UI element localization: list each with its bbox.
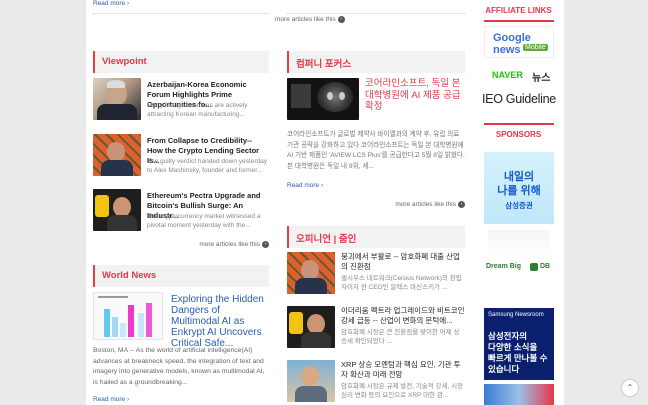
world-news-headline[interactable]: Exploring the Hidden Dangers of Multimod… [171,294,269,349]
article-thumbnail [93,189,141,231]
world-news-feature[interactable]: Exploring the Hidden Dangers of Multimod… [93,292,269,349]
company-focus-header: 컴퍼니 포커스 [287,51,465,73]
read-more-link[interactable]: Read more › [93,0,129,7]
article-summary: The guilty verdict handed down yesterday… [147,158,267,174]
google-mobile-badge: Mobile [523,44,548,51]
company-focus-title: 컴퍼니 포커스 [296,59,352,70]
article-thumbnail [93,134,141,176]
world-news-header: World News [93,265,269,287]
article-summary: Many foreign countries are actively attr… [147,102,248,118]
more-articles-label: more articles like this [275,16,336,24]
naver-news-label: 뉴스 [532,73,551,84]
article-summary: 암호화폐 시장은 큰 진환점을 맞이한 어제 상승세 확인되었다 ... [341,329,460,345]
article-thumbnail [287,252,335,294]
affiliate-links-title: AFFILIATE LINKS [485,6,552,15]
viewpoint-item[interactable]: Ethereum's Pectra Upgrade and Bitcoin's … [93,189,269,234]
article-summary: 암호화폐 시장은 규제 발전, 기술적 강세, 시장 심리 변화 등의 요인으로… [341,383,464,399]
article-summary: The cryptocurrency market witnessed a pi… [147,213,261,229]
company-focus-feature[interactable]: 코어라인소프트, 독일 본 대학병원에 AI 제품 공급 확정 [287,78,465,123]
article-thumbnail [287,360,335,402]
company-focus-body: 코어라인소프트가 글로벌 제약사 바이엘과의 계약 후, 유럽 의료기관 공략을… [287,131,465,170]
world-news-body: Boston, MA -- As the world of artificial… [93,347,265,386]
world-news-title: World News [102,270,157,281]
opinion-header: 오피니언 | 줌인 [287,226,465,248]
divider [93,13,269,14]
article-thumbnail [93,78,141,120]
opinion-item[interactable]: 이더리움 펙트라 업그레이드와 비트코인 강세 급등 -- 산업이 변화의 문턱… [287,306,465,350]
opinion-item[interactable]: 붕괴에서 부활로 -- 암호화폐 대출 산업의 진환점 셀시우스 네트워크(Ce… [287,252,465,296]
naver-news-link[interactable]: NAVER 뉴스 [484,62,554,90]
more-articles-link[interactable]: more articles like this › [199,241,269,248]
opinion-title: 오피니언 | 줌인 [296,234,357,245]
db-logo-icon [530,263,538,271]
viewpoint-item[interactable]: From Collapse to Credibility-- How the C… [93,134,269,179]
ad-headline: 있습니다 [488,364,520,374]
naver-logo: NAVER [492,70,523,80]
more-articles-label: more articles like this [395,201,456,209]
divider [287,13,465,14]
opinion-item[interactable]: XRP 상승 모멘텀과 핵심 요인, 기관 투자 확산과 미래 전망 암호화폐 … [287,360,465,404]
ieo-guideline-link[interactable]: IEO Guideline [482,92,556,112]
chevron-right-icon: › [458,201,465,208]
divider [484,123,554,125]
more-articles-link[interactable]: more articles like this › [395,201,465,208]
viewpoint-header: Viewpoint [93,51,269,73]
left-column: Read more › Viewpoint Azerbaijan-Korea E… [93,0,269,405]
middle-column: more articles like this › 컴퍼니 포커스 코어라인소프트… [275,0,465,405]
page-content: Read more › Viewpoint Azerbaijan-Korea E… [86,0,564,405]
article-thumbnail [287,78,359,120]
samsung-securities-ad[interactable]: 내일의 나를 위해 삼성증권 [484,152,554,224]
scroll-to-top-button[interactable]: ⌃ [621,379,639,397]
ad-brand: 삼성증권 [505,201,533,210]
article-title[interactable]: XRP 상승 모멘텀과 핵심 요인, 기관 투자 확산과 미래 전망 [341,360,465,380]
ad-slogan: Dream Big [486,263,522,270]
article-summary: 셀시우스 네트워크(Celsius Network)의 창립자이자 전 CEO인… [341,275,462,291]
viewpoint-item[interactable]: Azerbaijan-Korea Economic Forum Highligh… [93,78,269,123]
ad-banner-image[interactable] [484,384,554,405]
google-news-link[interactable]: Google news Mobile [484,26,554,58]
article-title[interactable]: 이더리움 펙트라 업그레이드와 비트코인 강세 급등 -- 산업이 변화의 문턱… [341,306,465,326]
more-articles-link[interactable]: more articles like this › [275,16,345,23]
article-thumbnail [93,292,163,340]
read-more-link[interactable]: Read more › [287,182,323,189]
company-focus-headline[interactable]: 코어라인소프트, 독일 본 대학병원에 AI 제품 공급 확정 [365,78,465,113]
viewpoint-title: Viewpoint [102,56,147,67]
sponsors-title: SPONSORS [495,130,542,139]
article-thumbnail [287,306,335,348]
chevron-right-icon: › [262,241,269,248]
read-more-link[interactable]: Read more › [93,396,129,403]
db-ad[interactable]: Dream Big DB [484,230,554,302]
ad-headline: 나를 위해 [497,185,541,197]
ad-brand: Samsung Newsroom [488,312,544,318]
right-sidebar: AFFILIATE LINKS Google news Mobile NAVER… [482,0,556,405]
chevron-right-icon: › [337,16,345,23]
samsung-newsroom-ad[interactable]: Samsung Newsroom 삼성전자의 다양한 소식을 빠르게 만나볼 수… [484,308,554,380]
article-title[interactable]: 붕괴에서 부활로 -- 암호화폐 대출 산업의 진환점 [341,252,465,272]
ad-brand: DB [540,263,551,270]
more-articles-label: more articles like this [199,241,260,249]
divider [484,20,554,22]
